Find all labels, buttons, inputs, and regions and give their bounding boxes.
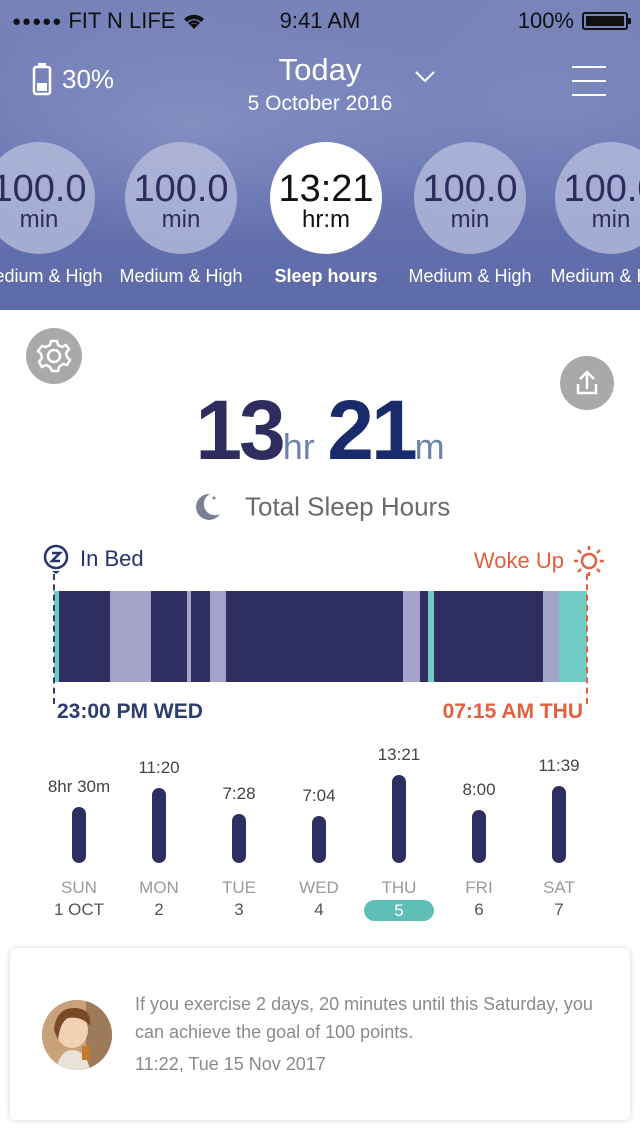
metric-circle[interactable]: 100.0 min: [414, 142, 526, 254]
metric-unit: min: [591, 206, 631, 233]
day-bar: [552, 786, 566, 863]
total-sleep-caption: Total Sleep Hours: [0, 490, 640, 524]
day-bar: [232, 814, 246, 863]
page-title: Today: [278, 52, 362, 87]
notification-message: If you exercise 2 days, 20 minutes until…: [135, 994, 593, 1042]
metric-unit: min: [450, 206, 490, 233]
day-value: 13:21: [377, 745, 421, 764]
total-sleep-value: 13hr 21m: [0, 382, 640, 479]
sleep-stage-bar: [54, 591, 587, 682]
notification-card[interactable]: If you exercise 2 days, 20 minutes until…: [10, 948, 630, 1120]
metric-value: 100.0: [133, 168, 229, 210]
in-bed-label: In Bed: [80, 546, 144, 571]
menu-button[interactable]: [572, 66, 606, 96]
day-value: 11:20: [138, 758, 180, 777]
day-value: 8:00: [462, 780, 496, 799]
avatar: [42, 1000, 112, 1070]
sleep-segment-awake: [559, 591, 587, 682]
metric-value: 100.0: [422, 168, 518, 210]
sleep-minutes: 21: [327, 383, 417, 477]
day-bar: [392, 775, 406, 863]
day-value: 8hr 30m: [47, 777, 111, 796]
battery-icon: [582, 12, 631, 30]
gear-icon: [36, 339, 72, 373]
total-sleep-label: Total Sleep Hours: [245, 491, 451, 522]
metric-unit: min: [161, 206, 201, 233]
settings-button[interactable]: [26, 328, 82, 384]
chevron-down-icon[interactable]: [414, 70, 436, 84]
metric-circle[interactable]: 100.0 min: [0, 142, 95, 254]
metric-circle-active[interactable]: 13:21 hr:m: [270, 142, 382, 254]
metric-circle[interactable]: 100.0 min: [555, 142, 640, 254]
date-selector[interactable]: Today 5 October 2016: [0, 52, 640, 116]
sleep-hours-unit: hr: [282, 426, 315, 467]
page-date: 5 October 2016: [247, 92, 393, 115]
bed-time-line: [53, 574, 55, 704]
sleep-segment-light: [210, 591, 226, 682]
metric-circle[interactable]: 100.0 min: [125, 142, 237, 254]
status-bar: ●●●●● FIT N LIFE 9:41 AM 100%: [0, 0, 640, 40]
sleep-hours: 13: [195, 383, 285, 477]
day-bar: [72, 807, 86, 863]
day-value: 7:04: [302, 786, 336, 805]
wake-time-line: [586, 574, 588, 704]
metric-value: 100.0: [563, 168, 640, 210]
in-bed-marker: In Bed: [42, 544, 144, 574]
day-date-selected: 5: [364, 900, 434, 921]
battery-percent: 100%: [517, 8, 574, 33]
metric-unit: min: [19, 206, 59, 233]
sleep-segment-light: [403, 591, 420, 682]
woke-up-marker: Woke Up: [474, 544, 606, 578]
metric-label: Medium & High: [550, 266, 640, 286]
sleep-segment-light: [110, 591, 151, 682]
day-value: 11:39: [538, 756, 580, 775]
metric-unit: hr:m: [302, 206, 350, 233]
sleep-segment-light: [543, 591, 559, 682]
sleep-minutes-unit: m: [414, 426, 445, 467]
sun-icon: [574, 546, 604, 576]
bed-time: 23:00 PM WED: [57, 700, 203, 723]
header: ●●●●● FIT N LIFE 9:41 AM 100% 30% Today …: [0, 0, 640, 310]
day-bar: [312, 816, 326, 863]
day-bar: [152, 788, 166, 863]
metric-value: 13:21: [278, 168, 374, 210]
sleep-segment-light: [187, 591, 191, 682]
wake-time: 07:15 AM THU: [442, 700, 583, 723]
day-bar: [472, 810, 486, 863]
day-name: SAT: [543, 878, 575, 897]
sleep-segment-awake: [428, 591, 434, 682]
metric-value: 100.0: [0, 168, 87, 210]
moon-icon: [195, 494, 220, 521]
day-date: 4: [314, 900, 324, 919]
notification-timestamp: 11:22, Tue 15 Nov 2017: [135, 1054, 326, 1074]
day-date: 7: [554, 900, 564, 919]
bed-icon: [43, 544, 69, 574]
woke-up-label: Woke Up: [473, 548, 564, 573]
